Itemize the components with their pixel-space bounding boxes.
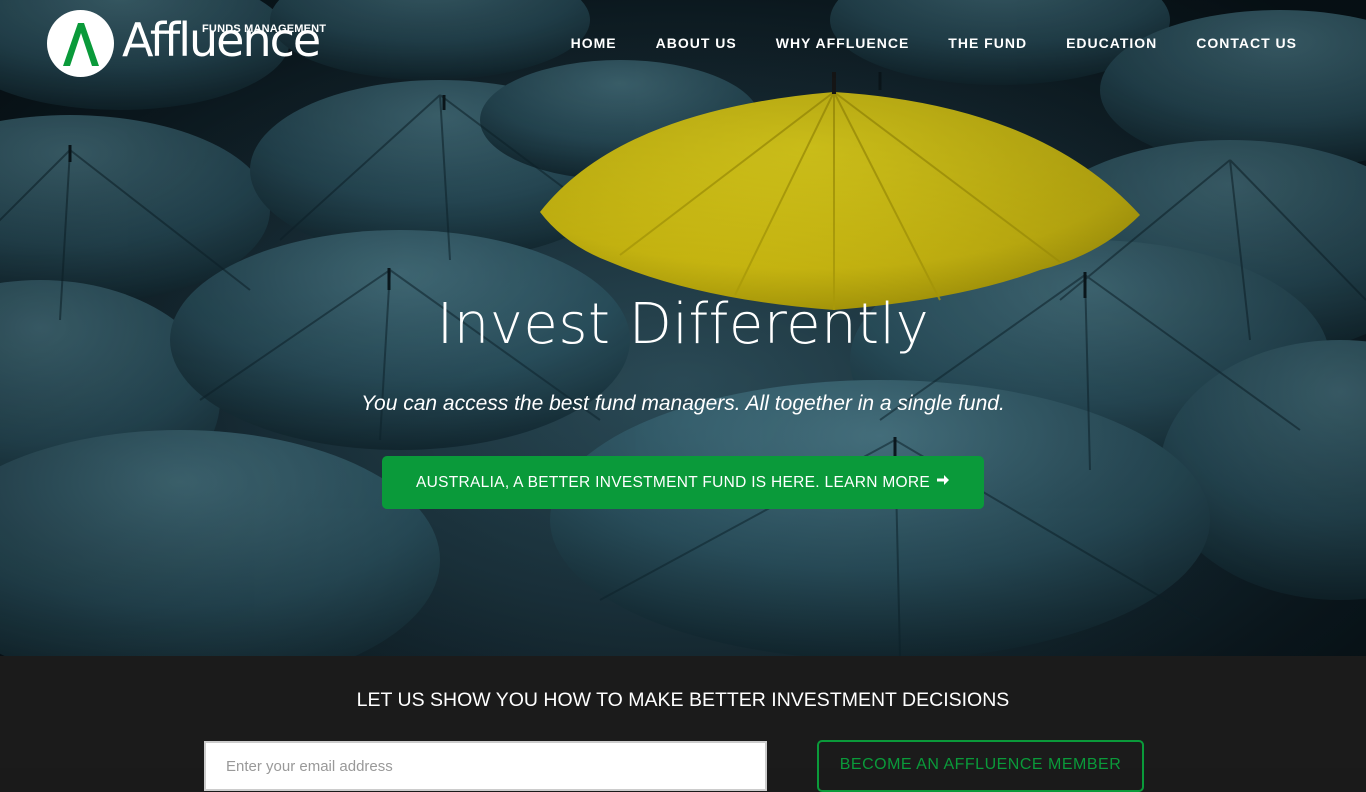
logo-wordmark: Affluence <box>122 13 321 67</box>
hero-banner: FUNDS MANAGEMENT Affluence HOME ABOUT US… <box>0 0 1366 656</box>
nav-contact-us[interactable]: CONTACT US <box>1196 35 1297 51</box>
become-member-button[interactable]: BECOME AN AFFLUENCE MEMBER <box>817 740 1144 792</box>
signup-title: LET US SHOW YOU HOW TO MAKE BETTER INVES… <box>356 689 1010 711</box>
main-navigation: HOME ABOUT US WHY AFFLUENCE THE FUND EDU… <box>532 35 1297 51</box>
learn-more-button[interactable]: AUSTRALIA, A BETTER INVESTMENT FUND IS H… <box>382 456 984 509</box>
nav-about-us[interactable]: ABOUT US <box>656 35 737 51</box>
nav-the-fund[interactable]: THE FUND <box>948 35 1027 51</box>
arrow-right-icon <box>936 473 950 492</box>
signup-section: LET US SHOW YOU HOW TO MAKE BETTER INVES… <box>0 656 1366 792</box>
nav-education[interactable]: EDUCATION <box>1066 35 1157 51</box>
learn-more-label: AUSTRALIA, A BETTER INVESTMENT FUND IS H… <box>415 473 931 491</box>
hero-tagline: You can access the best fund managers. A… <box>361 392 1005 415</box>
nav-why-affluence[interactable]: WHY AFFLUENCE <box>776 35 910 51</box>
brand-logo[interactable]: FUNDS MANAGEMENT Affluence <box>47 10 327 78</box>
email-input[interactable] <box>204 741 767 791</box>
nav-home[interactable]: HOME <box>571 35 617 51</box>
logo-mark-icon <box>47 10 114 77</box>
hero-headline: Invest Differently <box>436 292 930 357</box>
